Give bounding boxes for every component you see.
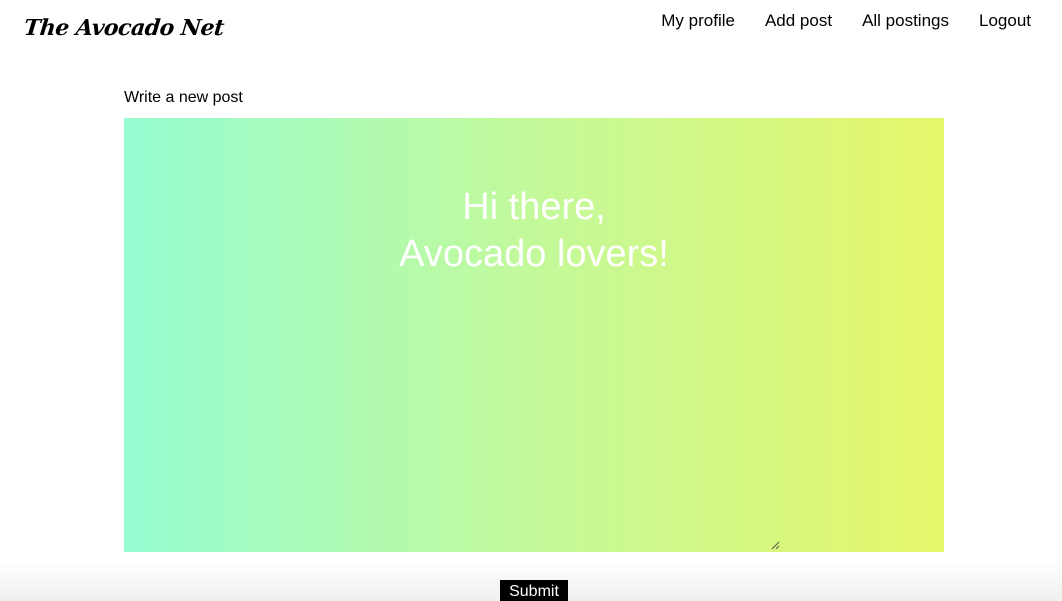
- nav-my-profile[interactable]: My profile: [661, 11, 735, 31]
- submit-button[interactable]: Submit: [500, 580, 568, 601]
- post-text-line-1: Hi there,: [462, 186, 606, 228]
- nav-all-postings[interactable]: All postings: [862, 11, 949, 31]
- main-nav: My profile Add post All postings Logout: [661, 11, 1031, 31]
- post-text-line-2: Avocado lovers!: [399, 233, 669, 275]
- post-form-label: Write a new post: [124, 89, 243, 106]
- nav-logout[interactable]: Logout: [979, 11, 1031, 31]
- nav-add-post[interactable]: Add post: [765, 11, 832, 31]
- post-textarea[interactable]: Hi there, Avocado lovers!: [124, 118, 944, 552]
- site-logo[interactable]: The Avocado Net: [23, 15, 226, 41]
- post-textarea-content: Hi there, Avocado lovers!: [124, 184, 944, 278]
- resize-handle-icon[interactable]: [771, 541, 780, 550]
